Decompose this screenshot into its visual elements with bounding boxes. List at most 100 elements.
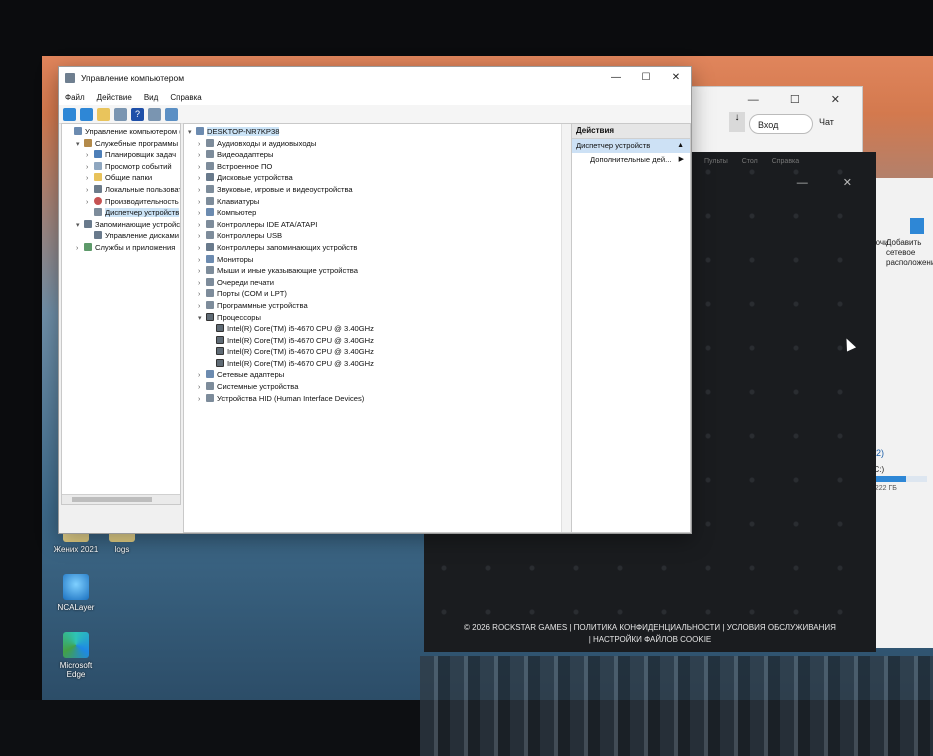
expand-toggle-icon[interactable]: › bbox=[76, 243, 84, 255]
device-tree-item[interactable]: › Системные устройства bbox=[184, 381, 572, 393]
chip-icon bbox=[216, 347, 224, 356]
monitor-icon[interactable] bbox=[165, 107, 178, 121]
desktop-icon-label: Microsoft Edge bbox=[59, 661, 93, 679]
launcher-menu[interactable]: Пульты Стол Справка bbox=[704, 158, 799, 165]
close-button[interactable]: ✕ bbox=[661, 67, 691, 89]
help-icon[interactable]: ? bbox=[131, 107, 144, 121]
scrollbar-thumb[interactable] bbox=[72, 497, 152, 502]
login-button[interactable]: Вход bbox=[749, 114, 813, 134]
console-tree-item-label: Служебные программы bbox=[95, 138, 179, 148]
desktop-icon-label: logs bbox=[114, 545, 130, 554]
launcher-footer-cookie-link[interactable]: | НАСТРОЙКИ ФАЙЛОВ COOKIE bbox=[424, 634, 876, 646]
menu-bar: Файл Действие Вид Справка bbox=[59, 89, 691, 105]
up-folder-icon[interactable] bbox=[97, 107, 110, 121]
chat-button[interactable]: Чат bbox=[819, 117, 834, 127]
minimize-button[interactable]: — bbox=[601, 67, 631, 89]
device-tree-item[interactable]: › Сетевые адаптеры bbox=[184, 369, 572, 381]
device-tree-item[interactable]: › Программные устройства bbox=[184, 300, 572, 312]
dev-icon bbox=[206, 266, 214, 275]
cal-icon bbox=[94, 150, 102, 159]
console-tree-item[interactable]: ▾ Запоминающие устройст bbox=[62, 219, 180, 231]
device-tree-item[interactable]: › Мыши и иные указывающие устройства bbox=[184, 265, 572, 277]
dev-icon bbox=[206, 393, 214, 402]
menu-view[interactable]: Вид bbox=[144, 93, 158, 102]
console-tree-item[interactable]: › Службы и приложения bbox=[62, 242, 180, 254]
device-tree-item[interactable]: › Очереди печати bbox=[184, 277, 572, 289]
device-tree-item-label: Intel(R) Core(TM) i5-4670 CPU @ 3.40GHz bbox=[227, 358, 374, 368]
left-pane-scrollbar[interactable] bbox=[62, 494, 180, 504]
stor-icon bbox=[206, 242, 214, 251]
device-tree-item[interactable]: › Компьютер bbox=[184, 207, 572, 219]
console-tree-item[interactable]: Управление компьютером (л bbox=[62, 126, 180, 138]
fol-icon bbox=[94, 173, 102, 182]
log-icon bbox=[94, 161, 102, 170]
back-arrow-icon[interactable] bbox=[63, 107, 76, 121]
device-tree-item[interactable]: › Контроллеры запоминающих устройств bbox=[184, 242, 572, 254]
device-tree-item-label: Контроллеры USB bbox=[217, 231, 283, 241]
device-tree-item[interactable]: ▾ Процессоры bbox=[184, 312, 572, 324]
device-tree-item[interactable]: › Контроллеры IDE ATA/ATAPI bbox=[184, 219, 572, 231]
device-tree-item-label: Видеоадаптеры bbox=[217, 150, 274, 160]
device-tree-item[interactable]: › Аудиовходы и аудиовыходы bbox=[184, 138, 572, 150]
computer-management-window: Управление компьютером — ☐ ✕ Файл Действ… bbox=[58, 66, 692, 534]
forward-arrow-icon[interactable] bbox=[80, 107, 93, 121]
device-tree-item[interactable]: › Мониторы bbox=[184, 254, 572, 266]
browser-window-controls[interactable]: — ☐ ✕ bbox=[748, 93, 854, 106]
console-tree-item[interactable]: › Общие папки bbox=[62, 172, 180, 184]
download-icon[interactable]: ↓ bbox=[729, 112, 745, 132]
properties-icon[interactable] bbox=[148, 107, 161, 121]
device-tree-item[interactable]: › Порты (COM и LPT) bbox=[184, 288, 572, 300]
console-tree-item-label: Производительность bbox=[105, 196, 179, 206]
toolbar: ? bbox=[59, 105, 691, 124]
stor-icon bbox=[84, 219, 92, 228]
console-tree-item[interactable]: ▾ Служебные программы bbox=[62, 138, 180, 150]
console-tree-item-label: Просмотр событий bbox=[105, 161, 172, 171]
device-tree-item[interactable]: › Клавиатуры bbox=[184, 196, 572, 208]
actions-device-manager[interactable]: Диспетчер устройств ▲ bbox=[572, 139, 690, 153]
chip-icon bbox=[216, 358, 224, 367]
expand-toggle-icon[interactable]: › bbox=[198, 394, 206, 406]
device-tree-item-label: Мониторы bbox=[217, 254, 254, 264]
console-tree-item[interactable]: Управление дисками bbox=[62, 230, 180, 242]
device-tree-item[interactable]: Intel(R) Core(TM) i5-4670 CPU @ 3.40GHz bbox=[184, 335, 572, 347]
usr-icon bbox=[94, 184, 102, 193]
device-tree-item-label: Дисковые устройства bbox=[217, 173, 293, 183]
device-tree-item[interactable]: › Видеоадаптеры bbox=[184, 149, 572, 161]
device-tree-item[interactable]: › Контроллеры USB bbox=[184, 230, 572, 242]
desktop-icon-edge[interactable]: Microsoft Edge bbox=[50, 632, 102, 679]
maximize-button[interactable]: ☐ bbox=[631, 67, 661, 89]
actions-more[interactable]: Дополнительные дей... ▶ bbox=[572, 153, 690, 167]
stor-icon bbox=[206, 173, 214, 182]
device-tree-item[interactable]: › Устройства HID (Human Interface Devices… bbox=[184, 393, 572, 405]
comp-icon bbox=[196, 127, 204, 135]
console-tree-item[interactable]: Диспетчер устройств bbox=[62, 207, 180, 219]
menu-file[interactable]: Файл bbox=[65, 93, 85, 102]
launcher-window-controls[interactable]: — ✕ bbox=[797, 176, 868, 189]
device-tree-item[interactable]: › Встроенное ПО bbox=[184, 161, 572, 173]
monitor-bezel-top bbox=[0, 0, 933, 58]
menu-help[interactable]: Справка bbox=[170, 93, 201, 102]
device-tree-item[interactable]: Intel(R) Core(TM) i5-4670 CPU @ 3.40GHz bbox=[184, 346, 572, 358]
edge-icon bbox=[63, 632, 89, 658]
window-controls: — ☐ ✕ bbox=[601, 67, 691, 89]
console-tree-item[interactable]: › Производительность bbox=[62, 196, 180, 208]
show-hide-tree-icon[interactable] bbox=[114, 107, 127, 121]
submenu-arrow-icon: ▶ bbox=[678, 156, 684, 163]
console-tree-item[interactable]: › Планировщик задач bbox=[62, 149, 180, 161]
browser-window: — ☐ ✕ ↓ Вход Чат bbox=[676, 86, 863, 156]
device-tree-item[interactable]: ▾ DESKTOP-NR7KP38 bbox=[184, 126, 572, 138]
menu-action[interactable]: Действие bbox=[97, 93, 132, 102]
device-tree-item[interactable]: Intel(R) Core(TM) i5-4670 CPU @ 3.40GHz bbox=[184, 358, 572, 370]
console-tree-item[interactable]: › Локальные пользоват bbox=[62, 184, 180, 196]
desktop-icon-ncalayer[interactable]: NCALayer bbox=[50, 574, 102, 612]
console-tree-item-label: Службы и приложения bbox=[95, 242, 176, 252]
launcher-footer-links[interactable]: © 2026 ROCKSTAR GAMES | ПОЛИТИКА КОНФИДЕ… bbox=[424, 622, 876, 634]
desktop-icon-label: Жених 2021 bbox=[53, 545, 99, 554]
collapse-caret-icon[interactable]: ▲ bbox=[677, 139, 684, 153]
device-tree-item[interactable]: Intel(R) Core(TM) i5-4670 CPU @ 3.40GHz bbox=[184, 323, 572, 335]
desktop-icon-label: NCALayer bbox=[57, 603, 95, 612]
add-network-location-button[interactable]: Добавить сетевое расположение bbox=[886, 238, 933, 268]
console-tree-item[interactable]: › Просмотр событий bbox=[62, 161, 180, 173]
device-tree-item[interactable]: › Дисковые устройства bbox=[184, 172, 572, 184]
device-tree-item[interactable]: › Звуковые, игровые и видеоустройства bbox=[184, 184, 572, 196]
